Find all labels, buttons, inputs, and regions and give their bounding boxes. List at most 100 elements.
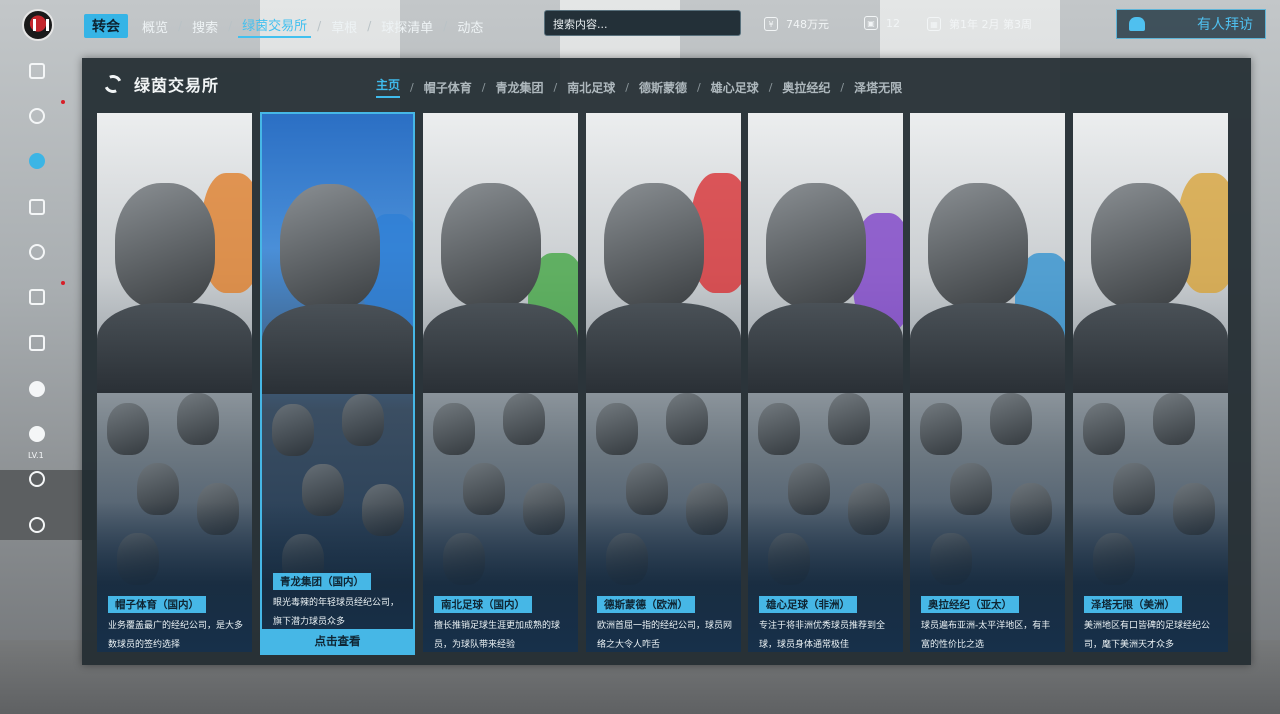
- level-label: LV.1: [28, 451, 44, 460]
- visitor-label: 有人拜访: [1197, 17, 1253, 33]
- agency-card[interactable]: 德斯蒙德（欧洲） 欧洲首屈一指的经纪公司，球员网络之大令人咋舌: [586, 113, 741, 652]
- sidebar: LV.1: [0, 50, 76, 550]
- gift-icon[interactable]: [28, 288, 46, 306]
- nav-scout-list[interactable]: 球探清单: [377, 17, 437, 36]
- subtab-hat-sports[interactable]: 帽子体育: [424, 79, 472, 96]
- subtab-home[interactable]: 主页: [376, 76, 401, 98]
- date-value: 第1年 2月 第3周: [949, 18, 1032, 31]
- agency-card[interactable]: 青龙集团（国内） 眼光毒辣的年轻球员经纪公司，旗下潜力球员众多 点击查看: [260, 112, 415, 655]
- agency-desc: 欧洲首屈一指的经纪公司，球员网络之大令人咋舌: [597, 621, 733, 650]
- view-button[interactable]: 点击查看: [262, 629, 413, 653]
- visitor-icon: [1129, 17, 1145, 31]
- player-body: [586, 303, 741, 393]
- nav-grassroots[interactable]: 草根: [327, 17, 361, 36]
- settings-icon[interactable]: [28, 470, 46, 488]
- training-icon[interactable]: [28, 107, 46, 125]
- player-portrait: [928, 183, 1028, 308]
- exit-icon[interactable]: [28, 516, 46, 534]
- agency-name: 青龙集团（国内）: [273, 573, 371, 590]
- search-input[interactable]: 搜索内容...: [544, 10, 741, 36]
- notification-dot: [61, 281, 65, 285]
- agency-desc: 眼光毒辣的年轻球员经纪公司，旗下潜力球员众多: [273, 598, 400, 627]
- money-icon: ¥: [764, 17, 778, 31]
- player-body: [748, 303, 903, 393]
- player-portrait: [115, 183, 215, 308]
- player-portrait: [503, 393, 545, 445]
- agency-name: 奥拉经纪（亚太）: [921, 596, 1019, 613]
- agency-name: 南北足球（国内）: [434, 596, 532, 613]
- agency-name: 德斯蒙德（欧洲）: [597, 596, 695, 613]
- player-portrait: [342, 394, 384, 446]
- exchange-icon: [101, 72, 125, 96]
- home-icon[interactable]: [28, 62, 46, 80]
- player-portrait: [596, 403, 638, 455]
- agency-desc: 球员遍布亚洲-太平洋地区，有丰富的性价比之选: [921, 621, 1051, 650]
- agency-name: 雄心足球（非洲）: [759, 596, 857, 613]
- player-portrait: [1091, 183, 1191, 308]
- player-body: [910, 303, 1065, 393]
- player-portrait: [433, 403, 475, 455]
- agency-card[interactable]: 奥拉经纪（亚太） 球员遍布亚洲-太平洋地区，有丰富的性价比之选: [910, 113, 1065, 652]
- count-stat: ▣ 12: [864, 16, 900, 30]
- player-body: [262, 304, 413, 394]
- subtab-qinglong[interactable]: 青龙集团: [495, 79, 543, 96]
- agency-desc: 擅长推销足球生涯更加成熟的球员，为球队带来经验: [434, 621, 561, 650]
- player-portrait: [828, 393, 870, 445]
- club-logo[interactable]: [22, 9, 54, 41]
- player-portrait: [766, 183, 866, 308]
- agency-name: 泽塔无限（美洲）: [1084, 596, 1182, 613]
- agency-name: 帽子体育（国内）: [108, 596, 206, 613]
- subtab-ambition[interactable]: 雄心足球: [711, 79, 759, 96]
- money-stat: ¥ 748万元: [764, 16, 829, 32]
- nav-green-exchange[interactable]: 绿茵交易所: [238, 15, 312, 38]
- player-body: [97, 303, 252, 393]
- player-portrait: [1153, 393, 1195, 445]
- agency-card[interactable]: 帽子体育（国内） 业务覆盖最广的经纪公司，是大多数球员的签约选择: [97, 113, 252, 652]
- player-portrait: [1083, 403, 1125, 455]
- info-icon[interactable]: [28, 425, 46, 443]
- nav-overview[interactable]: 概览: [138, 17, 172, 36]
- subtab-nanbei[interactable]: 南北足球: [567, 79, 615, 96]
- count-value: 12: [886, 16, 900, 30]
- agency-card[interactable]: 雄心足球（非洲） 专注于将非洲优秀球员推荐到全球，球员身体通常极佳: [748, 113, 903, 652]
- building-icon: ▣: [864, 16, 878, 30]
- player-portrait: [107, 403, 149, 455]
- player-portrait: [758, 403, 800, 455]
- academy-icon[interactable]: [28, 198, 46, 216]
- player-portrait: [604, 183, 704, 308]
- agency-desc: 业务覆盖最广的经纪公司，是大多数球员的签约选择: [108, 621, 244, 650]
- agency-tabs: 主页 / 帽子体育 / 青龙集团 / 南北足球 / 德斯蒙德 / 雄心足球 / …: [376, 76, 902, 98]
- panel-header: 绿茵交易所: [101, 72, 220, 96]
- calendar-icon[interactable]: [28, 334, 46, 352]
- player-portrait: [280, 184, 380, 309]
- notification-dot: [61, 100, 65, 104]
- top-bar: 转会 概览 / 搜索 / 绿茵交易所 / 草根 / 球探清单 / 动态 搜索内容…: [0, 0, 1280, 50]
- exchange-panel: 绿茵交易所 主页 / 帽子体育 / 青龙集团 / 南北足球 / 德斯蒙德 / 雄…: [82, 58, 1251, 665]
- profile-icon[interactable]: [28, 380, 46, 398]
- agency-card[interactable]: 南北足球（国内） 擅长推销足球生涯更加成熟的球员，为球队带来经验: [423, 113, 578, 652]
- scout-icon[interactable]: [28, 243, 46, 261]
- player-portrait: [666, 393, 708, 445]
- subtab-zeta[interactable]: 泽塔无限: [854, 79, 902, 96]
- transfer-icon[interactable]: [28, 152, 46, 170]
- agency-card[interactable]: 泽塔无限（美洲） 美洲地区有口皆碑的足球经纪公司，麾下美洲天才众多: [1073, 113, 1228, 652]
- transfer-tab[interactable]: 转会: [84, 14, 128, 38]
- subtab-aura[interactable]: 奥拉经纪: [782, 79, 830, 96]
- panel-title: 绿茵交易所: [134, 76, 220, 95]
- calendar-icon: ▦: [927, 17, 941, 31]
- nav-news[interactable]: 动态: [453, 17, 487, 36]
- player-body: [423, 303, 578, 393]
- main-nav: 转会 概览 / 搜索 / 绿茵交易所 / 草根 / 球探清单 / 动态: [84, 14, 487, 38]
- player-portrait: [990, 393, 1032, 445]
- player-portrait: [441, 183, 541, 308]
- player-portrait: [177, 393, 219, 445]
- visitor-button[interactable]: 有人拜访: [1116, 9, 1266, 39]
- agency-desc: 专注于将非洲优秀球员推荐到全球，球员身体通常极佳: [759, 621, 886, 650]
- player-portrait: [920, 403, 962, 455]
- agency-desc: 美洲地区有口皆碑的足球经纪公司，麾下美洲天才众多: [1084, 621, 1211, 650]
- player-portrait: [272, 404, 314, 456]
- player-body: [1073, 303, 1228, 393]
- nav-search[interactable]: 搜索: [188, 17, 222, 36]
- subtab-desmond[interactable]: 德斯蒙德: [639, 79, 687, 96]
- money-value: 748万元: [786, 18, 829, 31]
